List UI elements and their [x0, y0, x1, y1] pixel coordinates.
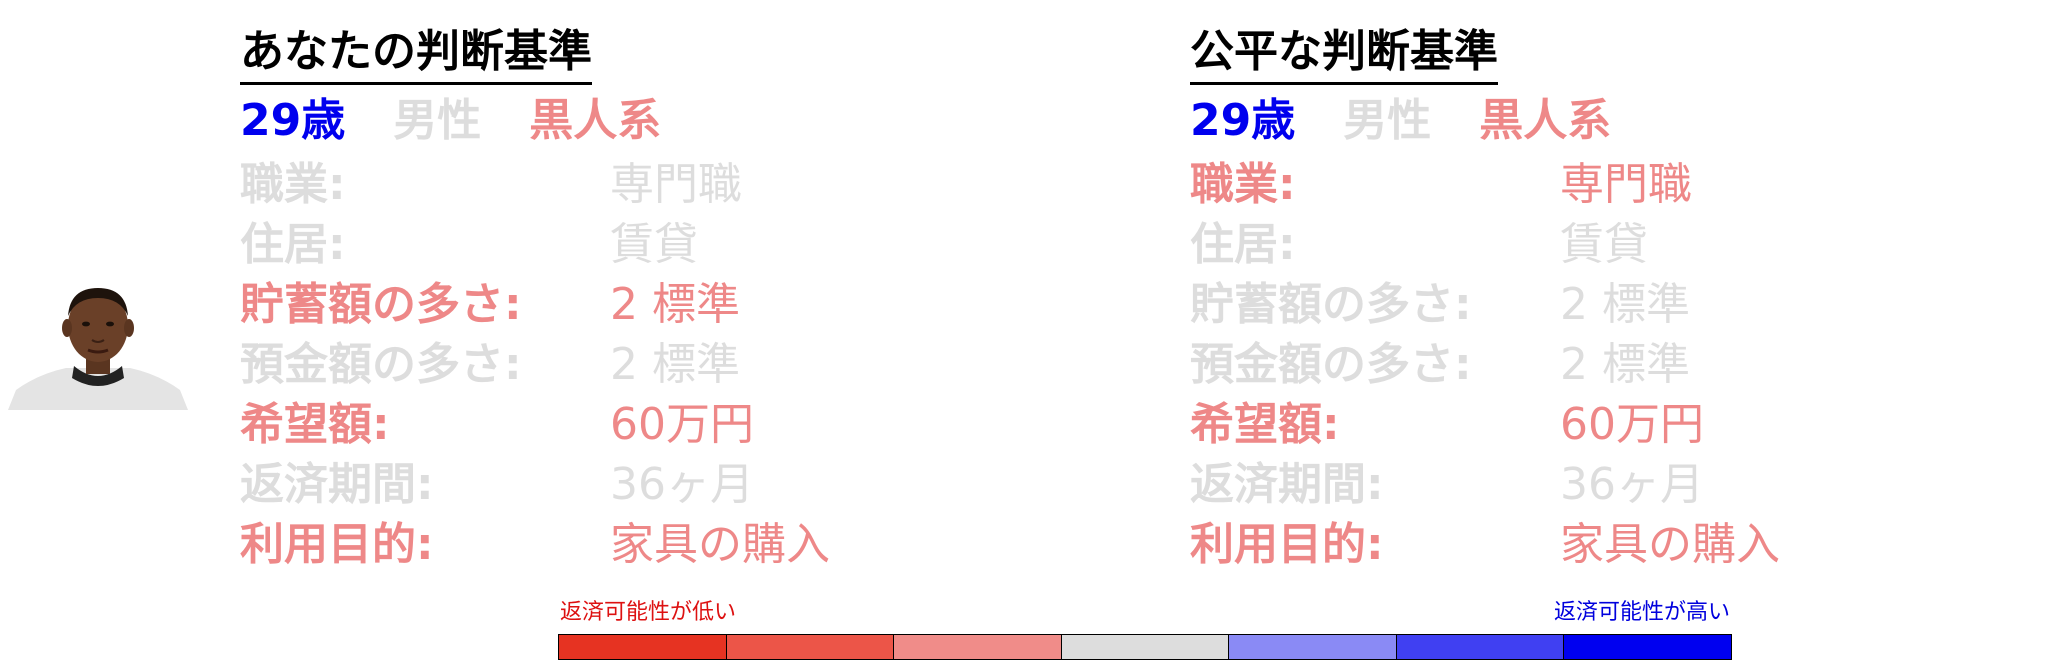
race-label: 黒人系 — [1479, 95, 1612, 146]
panel-title: あなたの判断基準 — [240, 22, 592, 85]
scale-segment — [559, 635, 727, 659]
attribute-value: 専門職 — [1560, 159, 1692, 210]
demographics: 29歳 男性 黒人系 — [1190, 89, 1659, 153]
attribute-value: 60万円 — [610, 399, 754, 450]
high-likelihood-label: 返済可能性が高い — [1553, 600, 1730, 625]
color-scale-bar — [558, 634, 1732, 660]
fair-criteria-panel: 公平な判断基準 29歳 男性 黒人系 職業: 専門職 住居: 賃貸 貯蓄額の多さ: 2 標… — [1190, 22, 1780, 575]
age-label: 29歳 — [240, 95, 346, 146]
attribute-value: 賃貸 — [610, 219, 698, 270]
attribute-value: 家具の購入 — [1560, 519, 1780, 570]
attribute-value: 2 標準 — [610, 339, 740, 390]
attribute-row: 希望額: 60万円 — [1190, 395, 1704, 455]
attribute-row: 返済期間: 36ヶ月 — [240, 455, 754, 515]
attribute-value: 家具の購入 — [610, 519, 830, 570]
attribute-label: 住居: — [240, 219, 346, 270]
panel-title: 公平な判断基準 — [1190, 22, 1498, 85]
attribute-label: 返済期間: — [240, 459, 434, 510]
scale-segment — [1564, 635, 1732, 659]
attribute-label: 住居: — [1190, 219, 1296, 270]
attribute-value: 36ヶ月 — [1560, 459, 1704, 510]
applicant-photo — [8, 288, 188, 410]
attribute-row: 返済期間: 36ヶ月 — [1190, 455, 1704, 515]
low-likelihood-label: 返済可能性が低い — [560, 600, 737, 625]
attribute-row: 職業: 専門職 — [1190, 155, 1692, 215]
attribute-value: 2 標準 — [1560, 279, 1690, 330]
scale-segment — [894, 635, 1062, 659]
attribute-value: 2 標準 — [610, 279, 740, 330]
attribute-label: 職業: — [1190, 159, 1296, 210]
attribute-value: 60万円 — [1560, 399, 1704, 450]
attribute-label: 希望額: — [240, 399, 390, 450]
attribute-label: 預金額の多さ: — [1190, 339, 1472, 390]
attribute-value: 賃貸 — [1560, 219, 1648, 270]
scale-segment — [726, 635, 895, 659]
attribute-row: 貯蓄額の多さ: 2 標準 — [1190, 275, 1690, 335]
attribute-row: 住居: 賃貸 — [240, 215, 709, 275]
attribute-row: 住居: 賃貸 — [1190, 215, 1659, 275]
attribute-row: 貯蓄額の多さ: 2 標準 — [240, 275, 740, 335]
attribute-row: 希望額: 60万円 — [240, 395, 754, 455]
attribute-label: 利用目的: — [1190, 519, 1384, 570]
scale-segment — [1229, 635, 1397, 659]
attribute-list: 職業: 専門職 住居: 賃貸 貯蓄額の多さ: 2 標準 預金額の多さ: 2 標準 希望額… — [1190, 155, 1780, 575]
attribute-value: 2 標準 — [1560, 339, 1690, 390]
attribute-value: 36ヶ月 — [610, 459, 754, 510]
attribute-row: 利用目的: 家具の購入 — [240, 515, 830, 575]
attribute-label: 貯蓄額の多さ: — [1190, 279, 1472, 330]
gender-label: 男性 — [1343, 95, 1432, 146]
gender-label: 男性 — [393, 95, 482, 146]
attribute-label: 希望額: — [1190, 399, 1340, 450]
attribute-label: 利用目的: — [240, 519, 434, 570]
scale-segment — [1396, 635, 1565, 659]
attribute-label: 返済期間: — [1190, 459, 1384, 510]
attribute-value: 専門職 — [610, 159, 742, 210]
repayment-likelihood-legend: 返済可能性が低い 返済可能性が高い — [558, 600, 1732, 660]
age-label: 29歳 — [1190, 95, 1296, 146]
demographics: 29歳 男性 黒人系 — [240, 89, 709, 153]
attribute-row: 職業: 専門職 — [240, 155, 742, 215]
attribute-row: 預金額の多さ: 2 標準 — [240, 335, 740, 395]
attribute-row: 利用目的: 家具の購入 — [1190, 515, 1780, 575]
scale-segment — [1061, 635, 1230, 659]
attribute-label: 預金額の多さ: — [240, 339, 522, 390]
attribute-label: 職業: — [240, 159, 346, 210]
attribute-row: 預金額の多さ: 2 標準 — [1190, 335, 1690, 395]
your-criteria-panel: あなたの判断基準 29歳 男性 黒人系 職業: 専門職 住居: 賃貸 貯蓄額の多さ: 2 … — [240, 22, 830, 575]
attribute-label: 貯蓄額の多さ: — [240, 279, 522, 330]
race-label: 黒人系 — [529, 95, 662, 146]
attribute-list: 職業: 専門職 住居: 賃貸 貯蓄額の多さ: 2 標準 預金額の多さ: 2 標準 希望額… — [240, 155, 830, 575]
